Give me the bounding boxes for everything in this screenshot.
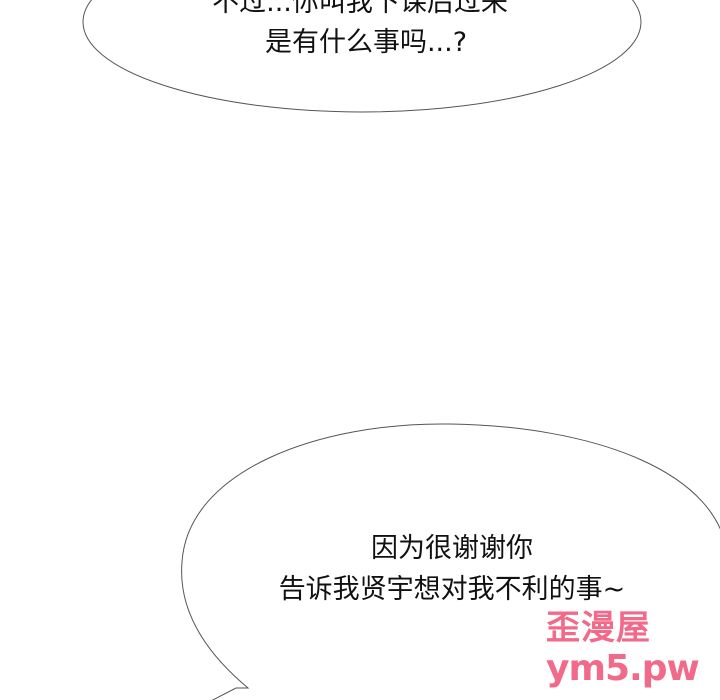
comic-panel: 不过...你叫我下课后过来 是有什么事吗...? 因为很谢谢你 告诉我贤宇想对我…	[0, 0, 720, 700]
bubble-top-line-2: 是有什么事吗...?	[264, 27, 468, 58]
bubble-top-line-1: 不过...你叫我下课后过来	[212, 0, 508, 18]
bubble-bottom-line-1: 因为很谢谢你	[371, 533, 533, 564]
watermark-logo: 歪漫屋	[546, 608, 651, 648]
watermark-url: ym5.pw	[546, 648, 700, 689]
